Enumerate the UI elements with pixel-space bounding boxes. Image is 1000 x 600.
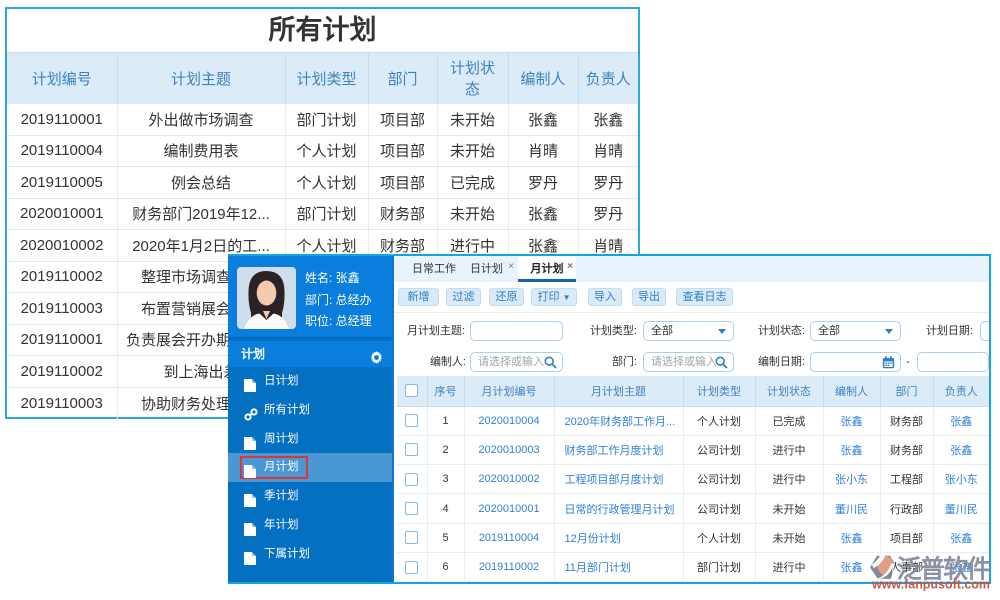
svg-text:www.fanpusoft.com: www.fanpusoft.com xyxy=(871,578,990,592)
